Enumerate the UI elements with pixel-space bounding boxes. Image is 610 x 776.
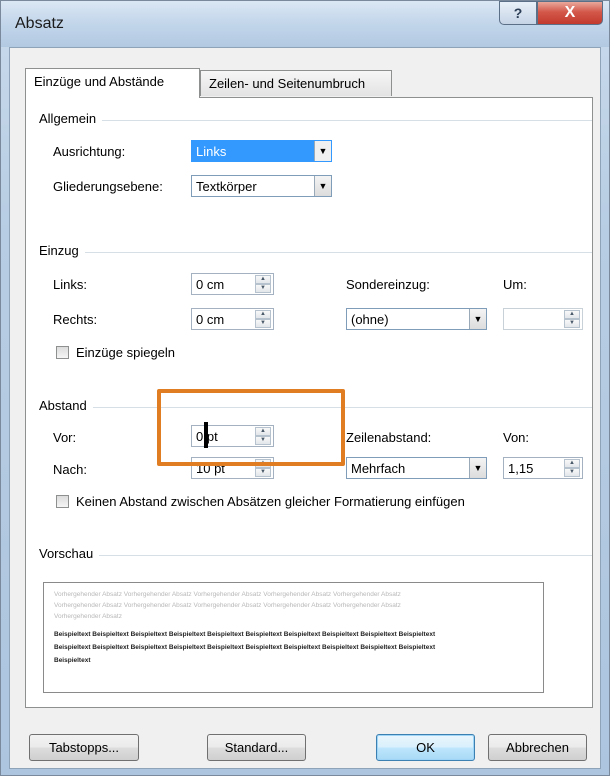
preview-previous-line: Vorhergehender Absatz Vorhergehender Abs… <box>54 602 401 609</box>
space-after-label: Nach: <box>53 462 87 477</box>
cancel-button[interactable]: Abbrechen <box>488 734 587 761</box>
help-button[interactable]: ? <box>499 1 537 25</box>
ok-button[interactable]: OK <box>376 734 475 761</box>
chevron-down-icon[interactable]: ▼ <box>314 176 331 196</box>
indent-by-label: Um: <box>503 277 527 292</box>
preview-previous-line: Vorhergehender Absatz <box>54 613 122 620</box>
tab-line-and-page-breaks[interactable]: Zeilen- und Seitenumbruch <box>200 70 392 96</box>
indent-by-spinner[interactable]: ▲ ▼ <box>503 308 583 330</box>
group-divider <box>41 555 592 556</box>
mirror-indents-label[interactable]: Einzüge spiegeln <box>76 345 175 360</box>
title-bar[interactable]: Absatz ? X <box>1 1 609 47</box>
line-spacing-at-value: 1,15 <box>508 461 534 476</box>
dialog-title: Absatz <box>15 15 64 32</box>
tab-indents-and-spacing[interactable]: Einzüge und Abstände <box>25 68 200 98</box>
line-spacing-value: Mehrfach <box>351 461 406 476</box>
spin-up-icon[interactable]: ▲ <box>564 459 580 468</box>
special-indent-select[interactable]: (ohne) ▼ <box>346 308 487 330</box>
text-cursor <box>204 422 208 448</box>
special-indent-value: (ohne) <box>351 312 389 327</box>
space-before-label: Vor: <box>53 430 77 445</box>
outline-level-value: Textkörper <box>196 179 257 194</box>
indent-left-value: 0 cm <box>196 277 225 292</box>
set-default-button[interactable]: Standard... <box>207 734 306 761</box>
spin-down-icon[interactable]: ▼ <box>564 468 580 477</box>
chevron-down-icon[interactable]: ▼ <box>469 458 486 478</box>
indent-left-spinner[interactable]: 0 cm ▲ ▼ <box>191 273 274 295</box>
preview-previous-line: Vorhergehender Absatz Vorhergehender Abs… <box>54 591 401 598</box>
outline-level-select[interactable]: Textkörper ▼ <box>191 175 332 197</box>
indent-left-label: Links: <box>53 277 87 292</box>
mirror-indents-checkbox[interactable] <box>56 346 69 359</box>
spin-down-icon[interactable]: ▼ <box>564 319 580 328</box>
line-spacing-at-spinner[interactable]: 1,15 ▲ ▼ <box>503 457 583 479</box>
spin-up-icon[interactable]: ▲ <box>255 275 271 284</box>
alignment-label: Ausrichtung: <box>53 144 126 159</box>
group-divider <box>41 252 592 253</box>
group-title-general: Allgemein <box>39 111 103 126</box>
special-indent-label: Sondereinzug: <box>346 277 430 292</box>
line-spacing-select[interactable]: Mehrfach ▼ <box>346 457 487 479</box>
paragraph-dialog: Absatz ? X Einzüge und Abstände Zeilen- … <box>0 0 610 776</box>
no-space-same-style-checkbox[interactable] <box>56 495 69 508</box>
chevron-down-icon[interactable]: ▼ <box>469 309 486 329</box>
group-title-preview: Vorschau <box>39 546 100 561</box>
preview-sample-line: Beispieltext <box>54 657 91 664</box>
alignment-select[interactable]: Links ▼ <box>191 140 332 162</box>
chevron-down-icon[interactable]: ▼ <box>314 141 331 161</box>
group-title-indent: Einzug <box>39 243 85 258</box>
indent-right-label: Rechts: <box>53 312 98 327</box>
spin-down-icon[interactable]: ▼ <box>255 319 271 328</box>
spin-down-icon[interactable]: ▼ <box>255 468 271 477</box>
spin-down-icon[interactable]: ▼ <box>255 284 271 293</box>
no-space-same-style-label[interactable]: Keinen Abstand zwischen Absätzen gleiche… <box>76 494 465 509</box>
tab-stops-button[interactable]: Tabstopps... <box>29 734 139 761</box>
indent-right-spinner[interactable]: 0 cm ▲ ▼ <box>191 308 274 330</box>
spin-up-icon[interactable]: ▲ <box>255 310 271 319</box>
highlight-annotation <box>157 389 345 466</box>
preview-sample-line: Beispieltext Beispieltext Beispieltext B… <box>54 631 436 638</box>
preview-sample-line: Beispieltext Beispieltext Beispieltext B… <box>54 644 436 651</box>
alignment-value: Links <box>196 144 227 159</box>
indent-right-value: 0 cm <box>196 312 225 327</box>
outline-level-label: Gliederungsebene: <box>53 179 163 194</box>
group-title-spacing: Abstand <box>39 398 93 413</box>
line-spacing-at-label: Von: <box>503 430 530 445</box>
spin-up-icon[interactable]: ▲ <box>564 310 580 319</box>
preview-box: Vorhergehender Absatz Vorhergehender Abs… <box>43 582 544 693</box>
close-button[interactable]: X <box>537 1 603 25</box>
group-divider <box>41 120 592 121</box>
tab-label: Einzüge und Abstände <box>34 74 165 89</box>
tab-label: Zeilen- und Seitenumbruch <box>209 76 366 91</box>
line-spacing-label: Zeilenabstand: <box>346 430 432 445</box>
